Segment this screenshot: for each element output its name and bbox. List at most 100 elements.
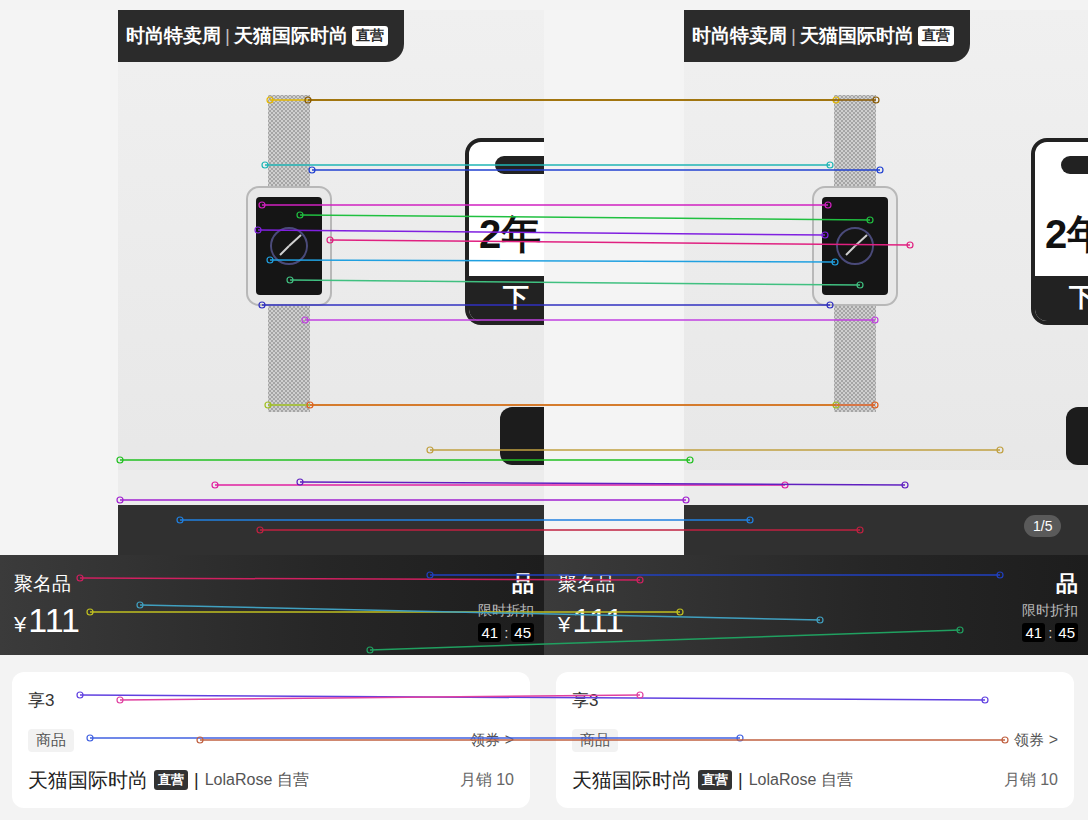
product-image[interactable]: 时尚特卖周|天猫国际时尚直营 2年下 1/5 bbox=[684, 10, 1088, 555]
screenshot-panel: 时尚特卖周|天猫国际时尚直营 2年下 1/5聚名品¥111品限时折扣41:45 享3 商… bbox=[544, 0, 1088, 820]
match-point bbox=[307, 402, 313, 408]
image-strip bbox=[684, 470, 1088, 505]
image-bottom-bar bbox=[118, 505, 544, 555]
match-line bbox=[300, 482, 905, 485]
match-line bbox=[90, 611, 680, 613]
screenshot-panel: 时尚特卖周|天猫国际时尚直营2年下聚名品¥111品限时折扣41:45 享3 商品 领券… bbox=[0, 0, 544, 820]
product-image[interactable]: 时尚特卖周|天猫国际时尚直营2年下 bbox=[118, 10, 544, 555]
match-line bbox=[270, 260, 835, 262]
match-point bbox=[267, 257, 273, 263]
match-line bbox=[290, 280, 860, 285]
countdown: 41:45 bbox=[478, 623, 534, 642]
match-point bbox=[827, 162, 833, 168]
info-card: 享3 商品 领券 > 天猫国际时尚直营|LolaRose 自营月销 10 bbox=[556, 672, 1074, 808]
direct-badge: 直营 bbox=[154, 770, 188, 790]
deal-bar[interactable]: 聚名品¥111品限时折扣41:45 bbox=[0, 555, 544, 655]
match-line bbox=[310, 404, 875, 406]
coupon-chip: 商品 bbox=[28, 729, 74, 752]
coupon-button[interactable]: 领券 > bbox=[1014, 731, 1058, 750]
match-line bbox=[430, 574, 1000, 576]
promo-badge: 时尚特卖周|天猫国际时尚直营 bbox=[684, 10, 970, 62]
match-point bbox=[997, 572, 1003, 578]
tmall-logo-icon bbox=[1066, 407, 1088, 465]
match-point bbox=[287, 277, 293, 283]
promo-card: 2年下 bbox=[1031, 138, 1088, 325]
page-body: 享3 商品 领券 > 天猫国际时尚直营|LolaRose 自营月销 10 bbox=[544, 655, 1088, 820]
match-point bbox=[117, 497, 123, 503]
match-line bbox=[215, 484, 785, 486]
match-point bbox=[87, 735, 93, 741]
gallery-gutter bbox=[544, 10, 684, 555]
match-point bbox=[907, 242, 913, 248]
match-point bbox=[297, 212, 303, 218]
match-line bbox=[262, 304, 830, 306]
match-line bbox=[258, 230, 825, 235]
countdown-box: 45 bbox=[1055, 623, 1078, 642]
match-point bbox=[427, 447, 433, 453]
match-point bbox=[177, 517, 183, 523]
watch-icon bbox=[812, 95, 898, 415]
match-line bbox=[270, 99, 836, 101]
match-line bbox=[305, 319, 875, 321]
match-line bbox=[90, 737, 740, 739]
match-point bbox=[117, 457, 123, 463]
match-point bbox=[255, 227, 261, 233]
match-point bbox=[877, 167, 883, 173]
match-point bbox=[212, 482, 218, 488]
match-point bbox=[77, 575, 83, 581]
match-point bbox=[259, 302, 265, 308]
promo-badge: 时尚特卖周|天猫国际时尚直营 bbox=[118, 10, 404, 62]
match-point bbox=[683, 497, 689, 503]
match-line bbox=[260, 529, 860, 531]
match-point bbox=[833, 97, 839, 103]
match-point bbox=[197, 737, 203, 743]
match-line bbox=[312, 169, 880, 171]
page-body: 享3 商品 领券 > 天猫国际时尚直营|LolaRose 自营月销 10 bbox=[0, 655, 544, 820]
match-point bbox=[857, 282, 863, 288]
match-point bbox=[427, 572, 433, 578]
match-line bbox=[330, 240, 910, 245]
match-point bbox=[957, 627, 963, 633]
coupon-button[interactable]: 领券 > bbox=[470, 731, 514, 750]
match-point bbox=[117, 697, 123, 703]
coupon-row[interactable]: 商品 领券 > bbox=[28, 726, 514, 754]
match-point bbox=[297, 479, 303, 485]
coupon-chip: 商品 bbox=[572, 729, 618, 752]
match-line bbox=[308, 99, 876, 101]
product-gallery[interactable]: 时尚特卖周|天猫国际时尚直营 2年下 1/5 bbox=[544, 10, 1088, 555]
benefit-row[interactable]: 享3 bbox=[28, 686, 514, 714]
match-point bbox=[309, 167, 315, 173]
match-line bbox=[140, 605, 820, 620]
image-strip bbox=[118, 470, 544, 505]
image-bottom-bar: 1/5 bbox=[684, 505, 1088, 555]
promo-pill bbox=[495, 156, 544, 174]
product-gallery[interactable]: 时尚特卖周|天猫国际时尚直营2年下 bbox=[0, 10, 544, 555]
deal-bar[interactable]: 聚名品¥111品限时折扣41:45 bbox=[544, 555, 1088, 655]
store-row[interactable]: 天猫国际时尚直营|LolaRose 自营月销 10 bbox=[572, 766, 1058, 794]
match-line bbox=[300, 215, 870, 220]
match-point bbox=[737, 735, 743, 741]
match-point bbox=[265, 402, 271, 408]
match-point bbox=[259, 202, 265, 208]
match-point bbox=[873, 97, 879, 103]
benefit-row[interactable]: 享3 bbox=[572, 686, 1058, 714]
store-row[interactable]: 天猫国际时尚直营|LolaRose 自营月销 10 bbox=[28, 766, 514, 794]
match-point bbox=[832, 259, 838, 265]
tmall-logo-icon bbox=[500, 407, 544, 465]
match-line bbox=[262, 204, 828, 206]
countdown-box: 45 bbox=[511, 623, 534, 642]
info-card: 享3 商品 领券 > 天猫国际时尚直营|LolaRose 自营月销 10 bbox=[12, 672, 530, 808]
match-line bbox=[80, 695, 985, 700]
match-point bbox=[637, 692, 643, 698]
deal-price: ¥111 bbox=[14, 601, 80, 640]
match-point bbox=[87, 609, 93, 615]
match-point bbox=[1002, 737, 1008, 743]
coupon-row[interactable]: 商品 领券 > bbox=[572, 726, 1058, 754]
match-line bbox=[430, 449, 1000, 451]
countdown: 41:45 bbox=[1022, 623, 1078, 642]
match-line bbox=[180, 519, 750, 521]
match-line bbox=[200, 739, 1005, 741]
watch-icon bbox=[246, 95, 332, 415]
match-point bbox=[857, 527, 863, 533]
match-point bbox=[77, 692, 83, 698]
